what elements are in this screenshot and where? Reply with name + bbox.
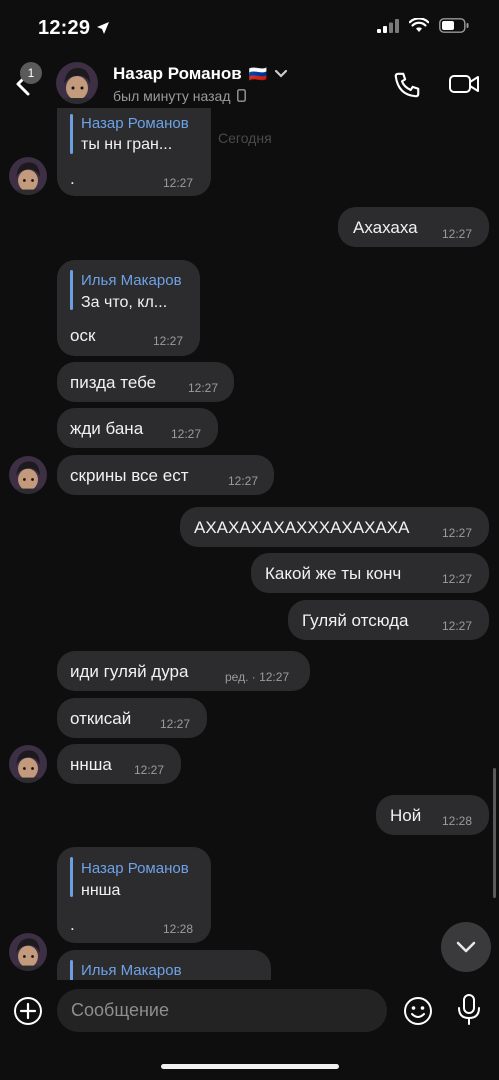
- reply-preview: ннша: [81, 882, 121, 899]
- message-text: АХАХАХАХАХХХАХАХАХА: [194, 518, 410, 537]
- message-bubble[interactable]: Назар Романов ннша . 12:28: [57, 847, 211, 943]
- message-bubble[interactable]: Ахахаха 12:27: [338, 207, 489, 247]
- message-time: 12:28: [163, 922, 194, 936]
- message-input[interactable]: [57, 989, 387, 1032]
- reply-preview: За что, кл...: [81, 294, 168, 311]
- last-seen-text: был минуту назад: [113, 88, 231, 104]
- message-time: 12:27: [163, 176, 194, 190]
- message-time: 12:27: [134, 763, 165, 777]
- message-time: 12:28: [442, 814, 473, 828]
- scroll-down-button[interactable]: [441, 922, 491, 972]
- status-time: 12:29: [38, 17, 91, 39]
- message-time: 12:27: [153, 334, 184, 348]
- avatar[interactable]: [9, 745, 47, 783]
- message-text: Какой же ты конч: [265, 564, 402, 583]
- edited-time: ред. · 12:27: [225, 670, 290, 684]
- reply-indicator: [70, 114, 73, 154]
- message-text: Ахахаха: [353, 218, 418, 237]
- unread-badge: 1: [20, 62, 42, 84]
- message-time: 12:27: [442, 526, 473, 540]
- last-seen-status: был минуту назад: [113, 88, 247, 104]
- reply-author: Илья Макаров: [81, 272, 182, 289]
- message-text: .: [70, 915, 75, 934]
- message-time: 12:27: [171, 427, 202, 441]
- message-bubble[interactable]: Назар Романов ты нн гран... . 12:27: [57, 108, 211, 196]
- message-bubble[interactable]: ннша 12:27: [57, 744, 181, 784]
- phone-device-icon: [237, 89, 247, 102]
- message-time: 12:27: [442, 619, 473, 633]
- battery-icon: [439, 18, 469, 33]
- reply-author: Илья Макаров: [81, 962, 182, 979]
- smiley-icon[interactable]: [402, 995, 434, 1027]
- message-bubble[interactable]: жди бана 12:27: [57, 408, 218, 448]
- contact-name[interactable]: Назар Романов 🇷🇺: [113, 64, 288, 84]
- contact-name-text: Назар Романов: [113, 64, 242, 83]
- chevron-down-icon: [274, 69, 287, 78]
- status-icons: [377, 18, 469, 33]
- message-text: Ной: [390, 806, 422, 825]
- reply-author: Назар Романов: [81, 115, 189, 132]
- message-text: ннша: [70, 755, 112, 774]
- reply-indicator: [70, 270, 73, 310]
- message-bubble[interactable]: Гуляй отсюда 12:27: [288, 600, 489, 640]
- reply-author: Назар Романов: [81, 860, 189, 877]
- message-bubble[interactable]: скрины все ест 12:27: [57, 455, 274, 495]
- message-bubble[interactable]: АХАХАХАХАХХХАХАХАХА 12:27: [180, 507, 489, 547]
- message-bubble[interactable]: иди гуляй дура ред. · 12:27: [57, 651, 310, 691]
- message-text: оск: [70, 326, 96, 345]
- message-bubble[interactable]: Илья Макаров За что, кл... оск 12:27: [57, 260, 200, 356]
- flag: 🇷🇺: [248, 66, 268, 83]
- avatar[interactable]: [9, 933, 47, 971]
- phone-icon[interactable]: [392, 70, 422, 100]
- message-bubble[interactable]: Какой же ты конч 12:27: [251, 553, 489, 593]
- message-time: 12:27: [160, 717, 191, 731]
- cellular-signal-icon: [377, 18, 399, 33]
- date-label: Сегодня: [218, 130, 272, 146]
- message-text: жди бана: [70, 419, 144, 438]
- message-bubble[interactable]: пизда тебе 12:27: [57, 362, 234, 402]
- avatar[interactable]: [9, 456, 47, 494]
- message-text: Гуляй отсюда: [302, 611, 409, 630]
- wifi-icon: [409, 18, 429, 32]
- scrollbar[interactable]: [493, 768, 496, 898]
- microphone-icon[interactable]: [456, 993, 482, 1027]
- video-camera-icon[interactable]: [448, 72, 480, 96]
- chevron-down-icon: [456, 941, 476, 953]
- message-text: .: [70, 169, 75, 188]
- message-time: 12:27: [442, 572, 473, 586]
- location-arrow-icon: [97, 22, 109, 34]
- message-text: откисай: [70, 709, 132, 728]
- message-time: 12:27: [228, 474, 259, 488]
- message-time: 12:27: [188, 381, 219, 395]
- avatar[interactable]: [56, 62, 98, 104]
- avatar[interactable]: [9, 157, 47, 195]
- plus-circle-icon[interactable]: [12, 995, 44, 1027]
- reply-indicator: [70, 857, 73, 897]
- reply-preview: ты нн гран...: [81, 136, 173, 153]
- message-bubble[interactable]: Ной 12:28: [376, 795, 489, 835]
- home-indicator[interactable]: [161, 1064, 339, 1069]
- message-text: пизда тебе: [70, 373, 157, 392]
- message-bubble[interactable]: откисай 12:27: [57, 698, 207, 738]
- message-time: 12:27: [442, 227, 473, 241]
- message-text: скрины все ест: [70, 466, 189, 485]
- message-text: иди гуляй дура: [70, 662, 189, 681]
